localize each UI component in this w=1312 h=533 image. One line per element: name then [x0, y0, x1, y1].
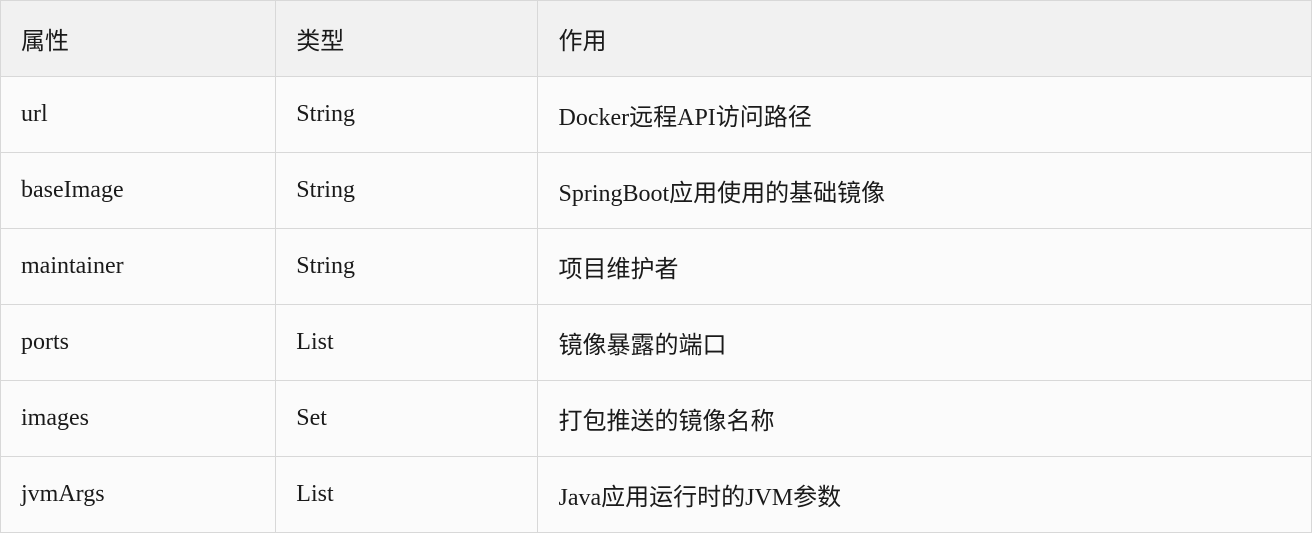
cell-type: String [276, 153, 538, 229]
properties-table: 属性 类型 作用 url String Docker远程API访问路径 base… [0, 0, 1312, 533]
cell-attr: maintainer [1, 229, 276, 305]
col-header-type: 类型 [276, 1, 538, 77]
table-row: images Set 打包推送的镜像名称 [1, 381, 1312, 457]
table-row: baseImage String SpringBoot应用使用的基础镜像 [1, 153, 1312, 229]
table-row: url String Docker远程API访问路径 [1, 77, 1312, 153]
cell-type: String [276, 229, 538, 305]
cell-attr: images [1, 381, 276, 457]
cell-desc: 打包推送的镜像名称 [538, 381, 1312, 457]
table-header-row: 属性 类型 作用 [1, 1, 1312, 77]
table-row: jvmArgs List Java应用运行时的JVM参数 [1, 457, 1312, 533]
cell-attr: url [1, 77, 276, 153]
table-row: ports List 镜像暴露的端口 [1, 305, 1312, 381]
cell-desc: Docker远程API访问路径 [538, 77, 1312, 153]
cell-attr: baseImage [1, 153, 276, 229]
cell-attr: jvmArgs [1, 457, 276, 533]
table-row: maintainer String 项目维护者 [1, 229, 1312, 305]
cell-desc: SpringBoot应用使用的基础镜像 [538, 153, 1312, 229]
cell-type: List [276, 457, 538, 533]
cell-desc: 镜像暴露的端口 [538, 305, 1312, 381]
col-header-desc: 作用 [538, 1, 1312, 77]
cell-attr: ports [1, 305, 276, 381]
cell-type: Set [276, 381, 538, 457]
col-header-attr: 属性 [1, 1, 276, 77]
cell-desc: Java应用运行时的JVM参数 [538, 457, 1312, 533]
cell-type: String [276, 77, 538, 153]
cell-type: List [276, 305, 538, 381]
cell-desc: 项目维护者 [538, 229, 1312, 305]
